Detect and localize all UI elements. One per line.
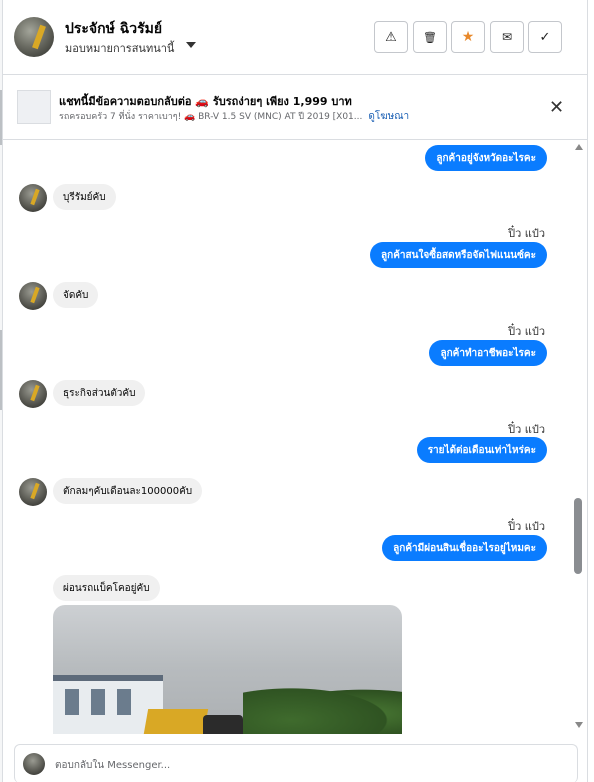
ad-title: แชทนี้มีข้อความตอบกลับต่อ 🚗 รับรถง่ายๆ เ… [59, 95, 352, 108]
outgoing-message[interactable]: ลูกค้าสนใจซื้อสดหรือจัดไฟแนนซ์คะ [370, 242, 547, 268]
chevron-down-icon[interactable] [186, 42, 196, 48]
scroll-down-arrow-icon[interactable] [575, 722, 583, 728]
incoming-message[interactable]: ตักลมๆคับเดือนละ100000คับ [53, 478, 203, 504]
trash-icon: 🗑 [423, 30, 437, 44]
contact-avatar-small [19, 478, 47, 506]
photo-content [65, 689, 79, 715]
sender-name: ปิ๋ว แป๋ว [508, 423, 545, 436]
scroll-up-arrow-icon[interactable] [575, 144, 583, 150]
incoming-message[interactable]: ผ่อนรถแบ็คโคอยู่คับ [53, 575, 160, 601]
warning-icon: ⚠ [385, 29, 397, 45]
photo-content [91, 689, 105, 715]
sender-name: ปิ๋ว แป๋ว [508, 227, 545, 240]
ad-reply-banner: แชทนี้มีข้อความตอบกลับต่อ 🚗 รับรถง่ายๆ เ… [3, 75, 587, 140]
contact-avatar-small [19, 282, 47, 310]
reply-input[interactable] [53, 755, 537, 775]
star-button[interactable]: ★ [451, 21, 485, 53]
delete-button[interactable]: 🗑 [413, 21, 447, 53]
conversation-panel: ประจักษ์ ฉิวรัมย์ มอบหมายการสนทนานี้ ⚠ 🗑… [2, 0, 588, 782]
ad-thumbnail [17, 90, 51, 124]
mark-unread-button[interactable]: ✉ [490, 21, 524, 53]
conversation-header: ประจักษ์ ฉิวรัมย์ มอบหมายการสนทนานี้ ⚠ 🗑… [3, 0, 587, 75]
report-button[interactable]: ⚠ [374, 21, 408, 53]
contact-avatar-small [19, 184, 47, 212]
view-ad-link[interactable]: ดูโฆษณา [368, 111, 409, 122]
sender-name: ปิ๋ว แป๋ว [508, 520, 545, 533]
incoming-message[interactable]: ธุระกิจส่วนตัวคับ [53, 380, 146, 406]
page-avatar [23, 753, 45, 775]
photo-content [141, 709, 209, 734]
assign-conversation-label[interactable]: มอบหมายการสนทนานี้ [65, 39, 174, 57]
mail-open-icon: ✉ [501, 30, 513, 44]
thread-scrollbar[interactable] [573, 140, 585, 734]
ad-description: รถครอบครัว 7 ที่นั่ง ราคาเบาๆ! 🚗 BR-V 1.… [59, 112, 363, 122]
outgoing-message[interactable]: ลูกค้าทำอาชีพอะไรคะ [429, 340, 547, 366]
outgoing-message[interactable]: ลูกค้ามีผ่อนสินเชื่ออะไรอยู่ไหมคะ [382, 535, 547, 561]
photo-content [117, 689, 131, 715]
message-thread: ลูกค้าอยู่จังหวัดอะไรคะ บุรีรัมย์คับ ปิ๋… [3, 140, 587, 734]
outgoing-message[interactable]: ลูกค้าอยู่จังหวัดอะไรคะ [425, 145, 547, 171]
star-icon: ★ [461, 29, 475, 45]
scrollbar-thumb[interactable] [574, 498, 582, 574]
reply-composer [14, 744, 578, 782]
incoming-message[interactable]: จัดคับ [53, 282, 99, 308]
done-button[interactable]: ✓ [528, 21, 562, 53]
contact-avatar[interactable] [14, 17, 54, 57]
ad-subtitle: รถครอบครัว 7 ที่นั่ง ราคาเบาๆ! 🚗 BR-V 1.… [59, 109, 409, 124]
contact-avatar-small [19, 380, 47, 408]
photo-content [243, 683, 402, 734]
incoming-message[interactable]: บุรีรัมย์คับ [53, 184, 116, 210]
sender-name: ปิ๋ว แป๋ว [508, 325, 545, 338]
outgoing-message[interactable]: รายได้ต่อเดือนเท่าไหร่คะ [416, 437, 547, 463]
close-icon[interactable]: ✕ [549, 97, 564, 118]
check-icon: ✓ [539, 29, 551, 45]
contact-name[interactable]: ประจักษ์ ฉิวรัมย์ [65, 18, 162, 40]
photo-content [203, 715, 243, 734]
incoming-photo[interactable] [53, 605, 402, 734]
